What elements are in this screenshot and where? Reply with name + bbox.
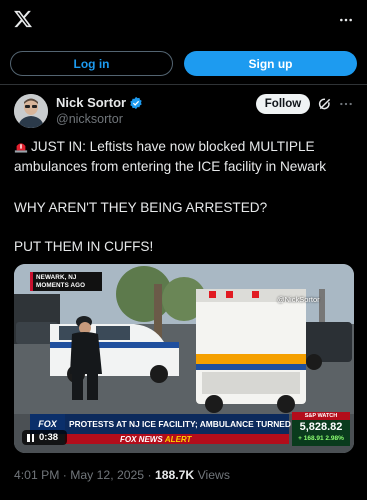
alert-prefix: FOX NEWS	[120, 434, 163, 444]
avatar[interactable]	[14, 94, 48, 128]
post-text-3: WHY AREN'T THEY BEING ARRESTED?	[14, 200, 268, 215]
post-text-1: JUST IN: Leftists have now blocked MULTI…	[31, 139, 315, 154]
author-name-row: Nick Sortor	[56, 95, 143, 110]
post-text-4: PUT THEM IN CUFFS!	[14, 239, 154, 254]
post-meta: 4:01 PM · May 12, 2025 · 188.7K Views	[14, 468, 230, 482]
rotating-light-icon	[14, 143, 28, 153]
meta-separator: ·	[62, 468, 67, 482]
ticker-change: + 168.91 2.98%	[298, 435, 344, 442]
log-in-button[interactable]: Log in	[10, 51, 173, 76]
author-name[interactable]: Nick Sortor	[56, 95, 126, 110]
post-text-line: JUST IN: Leftists have now blocked MULTI…	[14, 138, 356, 156]
post-text-2: ambulances from entering the ICE facilit…	[14, 159, 327, 174]
view-count: 188.7K	[154, 468, 195, 482]
views-label: Views	[197, 468, 230, 482]
ticker-label: S&P WATCH	[292, 412, 350, 420]
post-date[interactable]: May 12, 2025	[70, 468, 144, 482]
video-duration: 0:38	[39, 432, 59, 443]
verified-badge-icon	[130, 96, 142, 109]
news-headline: PROTESTS AT NJ ICE FACILITY; AMBULANCE T…	[65, 414, 317, 434]
meta-separator: ·	[147, 468, 152, 482]
location-tag: NEWARK, NJ MOMENTS AGO	[30, 272, 102, 291]
more-icon[interactable]	[339, 13, 353, 27]
divider	[0, 84, 367, 85]
news-alert-bar: FOX NEWS ALERT	[65, 434, 289, 444]
video-player[interactable]: NEWARK, NJ MOMENTS AGO @NickSortor FOX P…	[14, 264, 354, 453]
video-timer[interactable]: 0:38	[22, 430, 67, 445]
grok-icon[interactable]	[317, 96, 333, 112]
top-bar	[0, 0, 367, 44]
more-icon[interactable]	[339, 97, 353, 111]
pause-icon[interactable]	[27, 433, 34, 442]
post-time[interactable]: 4:01 PM	[14, 468, 59, 482]
location-tag-line1: NEWARK, NJ	[36, 274, 77, 281]
alert-word: ALERT	[164, 434, 192, 444]
market-ticker: S&P WATCH 5,828.82 + 168.91 2.98%	[292, 412, 350, 446]
ticker-value: 5,828.82	[299, 421, 343, 433]
location-tag-line2: MOMENTS AGO	[36, 281, 86, 289]
video-watermark: @NickSortor	[277, 295, 320, 304]
follow-button[interactable]: Follow	[256, 94, 310, 114]
x-logo-icon[interactable]	[13, 9, 33, 29]
auth-buttons: Log in Sign up	[10, 51, 357, 76]
sign-up-button[interactable]: Sign up	[184, 51, 357, 76]
author-handle[interactable]: @nicksortor	[56, 112, 123, 126]
news-lower-third: FOX PROTESTS AT NJ ICE FACILITY; AMBULAN…	[30, 412, 350, 448]
